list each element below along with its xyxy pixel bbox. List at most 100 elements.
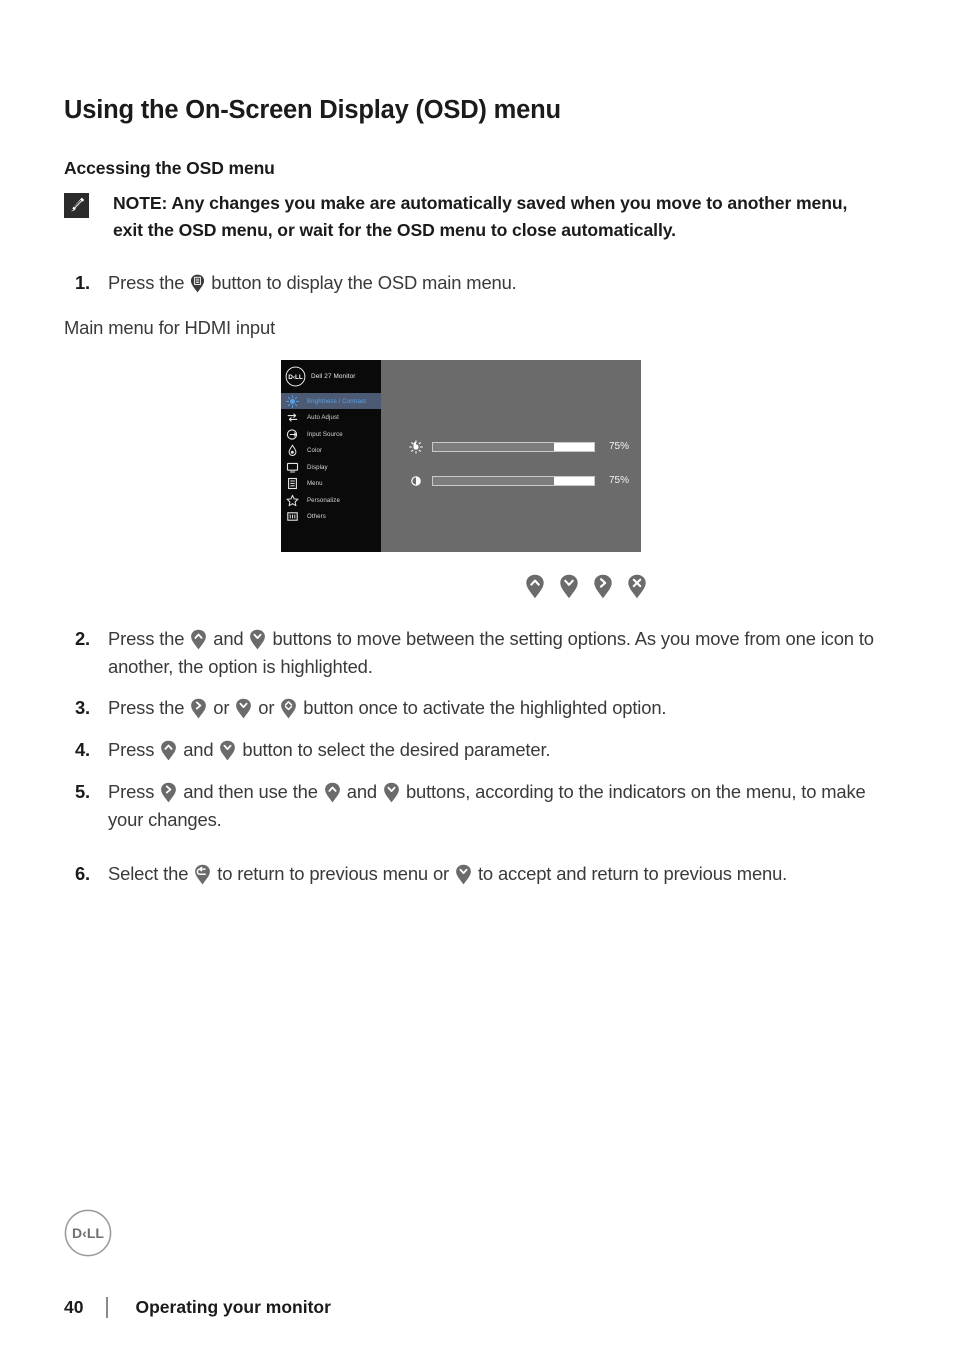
contrast-icon [409,474,423,488]
osd-menu-label: Others [307,513,326,521]
chevron-right-pin-icon [190,698,207,719]
step-1: 1. Press the button to display the OSD m… [64,269,890,297]
contrast-slider-knob[interactable] [553,476,594,485]
sun-icon [409,439,423,454]
document-page: Using the On-Screen Display (OSD) menu A… [0,0,954,1354]
step-6-text-part-2: to return to previous menu or [217,862,450,884]
step-text: Press the button to display the OSD main… [108,269,890,297]
step-text: Select the to return to previous menu or [108,860,890,888]
step-4-text-part-3: button to select the desired parameter. [242,738,551,760]
menu-list-icon [286,477,299,490]
step-3-text-part-1: Press the [108,696,185,718]
step-4: 4. Press and button to select the desire… [64,736,890,764]
menu-pin-icon [190,274,205,293]
contrast-slider-track[interactable] [432,475,595,486]
osd-sidebar: D‹LL Dell 27 Monitor Brightness / Contra… [281,359,381,552]
chevron-down-pin-icon [455,864,472,885]
step-text: Press the or or button once to activate … [108,694,890,722]
step-6: 6. Select the to return to previous menu… [64,860,890,888]
chevron-down-pin-icon [249,629,266,650]
step-text: Press the and buttons to move between th… [108,625,890,681]
chevron-up-pin-icon [324,782,341,803]
osd-menu-label: Menu [307,480,323,488]
osd-menu-item-personalize[interactable]: Personalize [281,492,381,509]
note-pencil-icon [64,193,89,218]
step-6-text-part-3: to accept and return to previous menu. [477,862,788,884]
osd-menu-item-menu[interactable]: Menu [281,475,381,492]
osd-menu-label: Auto Adjust [307,414,339,422]
step-5: 5. Press and then use the and buttons, a… [64,778,890,834]
osd-menu-item-brightness-contrast[interactable]: Brightness / Contrast [281,392,381,410]
back-arrow-pin-icon [194,864,211,885]
osd-menu-label: Display [307,463,328,471]
chevron-down-pin-icon [235,698,252,719]
osd-menu-label: Personalize [307,496,340,504]
chevron-up-pin-icon [190,629,207,650]
step-number: 5. [74,780,90,802]
step-3-text-part-4: button once to activate the highlighted … [303,696,667,718]
osd-screenshot: D‹LL Dell 27 Monitor Brightness / Contra… [281,359,646,599]
step-number: 6. [74,862,90,884]
osd-caption: Main menu for HDMI input [64,316,276,338]
step-6-text-part-1: Select the [108,862,189,884]
svg-text:D‹LL: D‹LL [72,1225,104,1241]
step-4-text-part-1: Press [108,738,155,760]
osd-brand-header: D‹LL Dell 27 Monitor [281,360,381,393]
step-5-text-part-1: Press [108,780,155,802]
display-monitor-icon [286,461,299,474]
step-number: 1. [74,271,90,293]
close-x-pin-icon[interactable] [627,574,647,599]
step-number: 3. [74,696,90,718]
osd-content-panel: 75% 75% [381,360,641,552]
chevron-down-pin-icon [383,782,400,803]
dell-logo: D‹LL [64,1209,112,1257]
chevron-down-pin-icon [219,740,236,761]
footer-divider [106,1297,108,1318]
brightness-slider-track[interactable] [432,441,595,452]
osd-menu-item-display[interactable]: Display [281,459,381,476]
chevron-up-pin-icon[interactable] [525,574,545,599]
step-5-text-part-2: and then use the [183,780,318,802]
svg-text:D‹LL: D‹LL [288,374,303,381]
star-icon [286,494,299,507]
osd-slider-brightness[interactable]: 75% [409,439,631,454]
osd-nav-buttons [524,574,646,599]
page-number: 40 [64,1297,84,1317]
osd-menu-item-input-source[interactable]: Input Source [281,426,381,443]
contrast-value: 75% [609,475,630,487]
page-footer: 40 Operating your monitor [64,1297,331,1318]
osd-menu-item-others[interactable]: Others [281,508,381,525]
chevron-right-pin-icon[interactable] [593,574,613,599]
osd-menu-item-auto-adjust[interactable]: Auto Adjust [281,409,381,426]
chevron-up-down-pin-icon [280,698,297,719]
step-3-text-part-2: or [213,696,230,718]
step-1-text-part-2: button to display the OSD main menu. [211,271,517,293]
step-number: 4. [74,738,90,760]
steps-list: 2. Press the and buttons to move between… [64,625,890,888]
input-source-icon [286,428,299,441]
osd-slider-contrast[interactable]: 75% [409,474,631,488]
note-callout: NOTE: Any changes you make are automatic… [64,190,890,244]
osd-menu-item-color[interactable]: Color [281,442,381,459]
step-number: 2. [74,627,90,649]
step-3-text-part-3: or [258,696,275,718]
osd-menu-label: Brightness / Contrast [307,397,366,405]
brightness-icon [286,394,299,408]
dell-logo: D‹LL [285,366,306,387]
osd-window: D‹LL Dell 27 Monitor Brightness / Contra… [281,359,641,552]
step-text: Press and button to select the desired p… [108,736,890,764]
osd-menu-label: Input Source [307,430,343,438]
page-title: Using the On-Screen Display (OSD) menu [64,96,561,124]
color-drop-icon [286,444,299,457]
osd-brand-name: Dell 27 Monitor [311,372,356,380]
step-2-text-part-1: Press the [108,627,185,649]
step-2-text-part-2: and [213,627,244,649]
brightness-value: 75% [609,441,630,453]
others-icon [286,510,299,523]
step-4-text-part-2: and [183,738,214,760]
auto-adjust-icon [286,411,299,424]
chevron-down-pin-icon[interactable] [559,574,579,599]
step-1-text-part-1: Press the [108,271,185,293]
brightness-slider-knob[interactable] [553,442,594,451]
note-text: NOTE: Any changes you make are automatic… [113,193,848,240]
